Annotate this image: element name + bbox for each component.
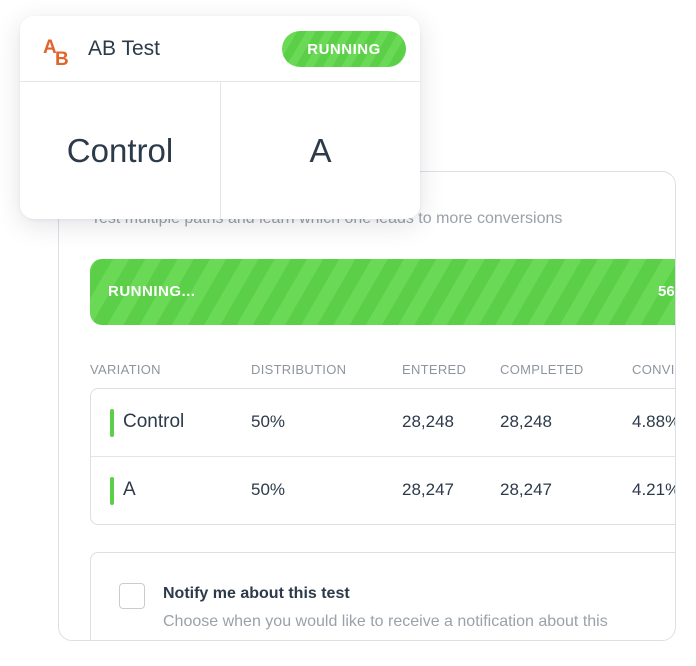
progress-percent: 56 [658,283,675,300]
column-header-conversion: CONVI [632,362,675,377]
column-header-entered: ENTERED [402,362,467,377]
entered-value: 28,248 [402,412,454,431]
completed-value: 28,248 [500,412,552,431]
variations-table: Control 50% 28,248 28,248 4.88% A 50% 28… [90,388,676,525]
distribution-value: 50% [251,480,286,499]
table-row[interactable]: Control 50% 28,248 28,248 4.88% [91,389,676,457]
test-progress-bar: RUNNING... 56 [90,259,675,325]
ab-test-card[interactable]: A B AB Test RUNNING Control A [20,16,420,219]
variation-name: Control [123,411,185,432]
variation-name: A [123,479,136,500]
variant-a[interactable]: A [221,82,420,219]
variant-control[interactable]: Control [20,82,221,219]
notification-settings: Notify me about this test Choose when yo… [90,552,675,640]
entered-value: 28,247 [402,480,454,499]
variation-color-marker [110,477,114,505]
distribution-value: 50% [251,412,286,431]
notify-checkbox[interactable] [119,583,145,609]
conversion-value: 4.88% [632,412,676,431]
card-title: AB Test [88,37,160,60]
notify-title: Notify me about this test [163,585,350,602]
notify-description: Choose when you would like to receive a … [163,613,608,630]
conversion-value: 4.21% [632,480,676,499]
completed-value: 28,247 [500,480,552,499]
progress-status-label: RUNNING... [108,283,196,300]
column-header-distribution: DISTRIBUTION [251,362,347,377]
ab-test-logo-icon: A B [43,37,69,68]
ab-test-results-panel: Test multiple paths and learn which one … [58,171,676,641]
table-row[interactable]: A 50% 28,247 28,247 4.21% [91,457,676,525]
card-header: A B AB Test RUNNING [20,16,420,82]
svg-text:B: B [55,49,69,68]
column-header-completed: COMPLETED [500,362,584,377]
status-badge: RUNNING [282,31,406,67]
variation-color-marker [110,409,114,437]
column-header-variation: VARIATION [90,362,161,377]
